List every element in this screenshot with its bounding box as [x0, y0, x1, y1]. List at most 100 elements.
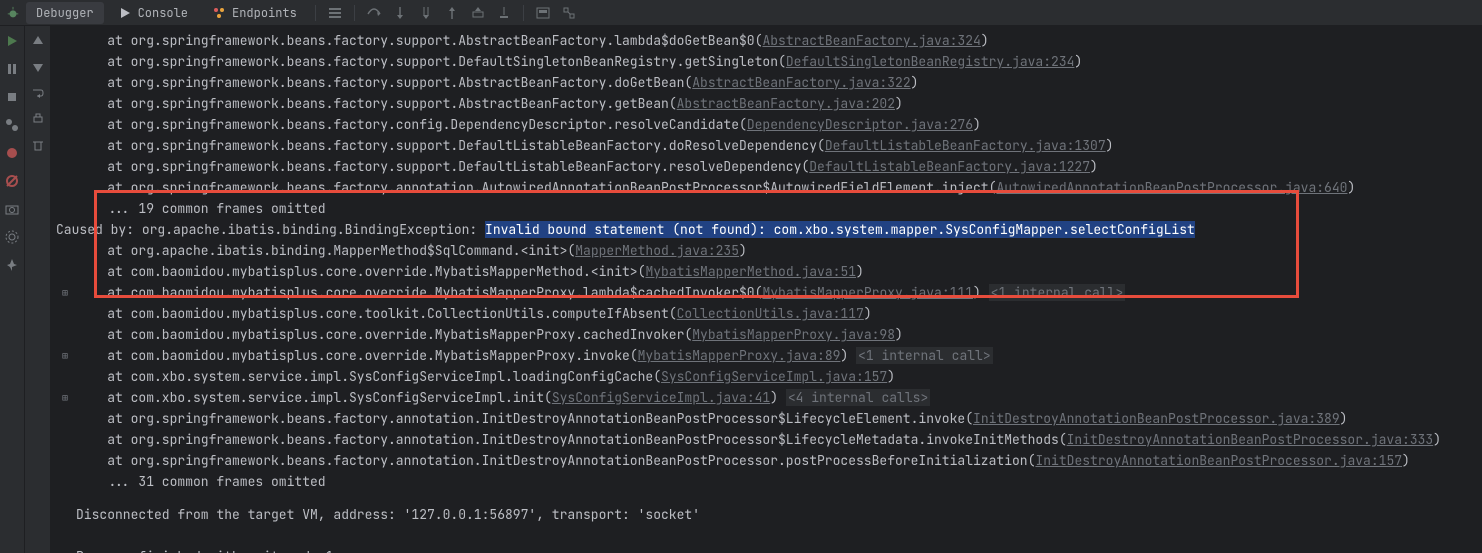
console-line: at com.baomidou.mybatisplus.core.overrid… [56, 261, 1476, 282]
up-arrow-icon[interactable] [29, 32, 47, 50]
stop-icon[interactable] [3, 88, 21, 106]
paren: ) [895, 95, 903, 112]
paren: ( [778, 53, 786, 70]
force-step-icon[interactable] [415, 2, 437, 24]
caused-by-label: Caused by: [56, 221, 142, 238]
source-link[interactable]: DefaultSingletonBeanRegistry.java:234 [786, 53, 1075, 70]
print-icon[interactable] [29, 110, 47, 128]
frame-class: org.springframework.beans.factory.annota… [131, 179, 989, 196]
down-arrow-icon[interactable] [29, 58, 47, 76]
frame-class: org.springframework.beans.factory.suppor… [131, 32, 755, 49]
console-line: at org.springframework.beans.factory.ann… [56, 429, 1476, 450]
console-line: at org.springframework.beans.factory.ann… [56, 450, 1476, 471]
source-link[interactable]: MapperMethod.java:235 [575, 242, 739, 259]
rerun-icon[interactable] [3, 32, 21, 50]
at-prefix: at [76, 242, 131, 259]
source-link[interactable]: DependencyDescriptor.java:276 [747, 116, 973, 133]
console-line: ⊞ at com.baomidou.mybatisplus.core.overr… [56, 345, 1476, 366]
trash-icon[interactable] [29, 136, 47, 154]
internal-calls-annotation[interactable]: <1 internal call> [856, 347, 993, 364]
tab-debugger[interactable]: Debugger [26, 2, 104, 24]
source-link[interactable]: DefaultListableBeanFactory.java:1227 [809, 158, 1090, 175]
at-prefix: at [76, 326, 131, 343]
at-prefix: at [76, 431, 131, 448]
paren: ) [895, 326, 903, 343]
at-prefix: at [76, 284, 131, 301]
at-prefix: at [76, 263, 131, 280]
paren: ) [1090, 158, 1098, 175]
bug-icon[interactable] [4, 4, 22, 22]
at-prefix: at [76, 179, 131, 196]
tab-endpoints[interactable]: Endpoints [202, 2, 307, 24]
gear-icon[interactable] [3, 228, 21, 246]
frame-class: com.baomidou.mybatisplus.core.override.M… [131, 326, 685, 343]
paren: ( [817, 137, 825, 154]
source-link[interactable]: AbstractBeanFactory.java:324 [762, 32, 980, 49]
at-prefix: at [76, 116, 131, 133]
trace-icon[interactable] [558, 2, 580, 24]
debug-toolbar: Debugger Console Endpoints [0, 0, 1482, 26]
at-prefix: at [76, 158, 131, 175]
source-link[interactable]: InitDestroyAnnotationBeanPostProcessor.j… [1067, 431, 1434, 448]
source-link[interactable]: AbstractBeanFactory.java:322 [692, 74, 910, 91]
source-link[interactable]: MybatisMapperMethod.java:51 [645, 263, 856, 280]
source-link[interactable]: AbstractBeanFactory.java:202 [677, 95, 895, 112]
exception-class: org.apache.ibatis.binding.BindingExcepti… [142, 221, 485, 238]
paren: ) [973, 116, 981, 133]
expand-frames-icon[interactable]: ⊞ [56, 387, 74, 408]
source-link[interactable]: SysConfigServiceImpl.java:41 [552, 389, 770, 406]
step-out-icon[interactable] [441, 2, 463, 24]
source-link[interactable]: MybatisMapperProxy.java:89 [638, 347, 841, 364]
paren: ) [739, 242, 747, 259]
source-link[interactable]: AutowiredAnnotationBeanPostProcessor.jav… [996, 179, 1347, 196]
source-link[interactable]: MybatisMapperProxy.java:98 [692, 326, 895, 343]
threads-icon[interactable] [324, 2, 346, 24]
at-prefix: at [76, 32, 131, 49]
camera-icon[interactable] [3, 200, 21, 218]
source-link[interactable]: InitDestroyAnnotationBeanPostProcessor.j… [1035, 452, 1402, 469]
frame-class: org.springframework.beans.factory.suppor… [131, 95, 669, 112]
plain-text [76, 527, 84, 544]
console-line: at com.xbo.system.service.impl.SysConfig… [56, 366, 1476, 387]
disabled-breakpoint-icon[interactable] [3, 172, 21, 190]
frame-class: org.springframework.beans.factory.annota… [131, 431, 1059, 448]
source-link[interactable]: CollectionUtils.java:117 [677, 305, 864, 322]
separator [315, 5, 316, 21]
console-line: at com.baomidou.mybatisplus.core.toolkit… [56, 303, 1476, 324]
run-to-cursor-icon[interactable] [493, 2, 515, 24]
paren: ) [770, 389, 786, 406]
drop-frame-icon[interactable] [467, 2, 489, 24]
step-over-icon[interactable] [363, 2, 385, 24]
console-output[interactable]: at org.springframework.beans.factory.sup… [50, 26, 1482, 553]
source-link[interactable]: SysConfigServiceImpl.java:157 [661, 368, 887, 385]
expand-frames-icon[interactable]: ⊞ [56, 345, 74, 366]
frame-class: com.baomidou.mybatisplus.core.override.M… [131, 263, 638, 280]
paren: ( [1059, 431, 1067, 448]
exception-message-selected[interactable]: Invalid bound statement (not found): com… [485, 221, 1195, 238]
mute-breakpoints-icon[interactable] [3, 144, 21, 162]
paren: ) [856, 263, 864, 280]
frame-class: org.springframework.beans.factory.annota… [131, 410, 966, 427]
source-link[interactable]: DefaultListableBeanFactory.java:1307 [825, 137, 1106, 154]
paren: ) [864, 305, 872, 322]
pin-icon[interactable] [3, 256, 21, 274]
wrap-icon[interactable] [29, 84, 47, 102]
console-line: Process finished with exit code 1 [56, 546, 1476, 553]
internal-calls-annotation[interactable]: <1 internal call> [989, 284, 1126, 301]
debug-actions-rail [0, 26, 25, 553]
expand-frames-icon[interactable]: ⊞ [56, 282, 74, 303]
paren: ) [1340, 410, 1348, 427]
separator [523, 5, 524, 21]
internal-calls-annotation[interactable]: <4 internal calls> [786, 389, 930, 406]
step-into-icon[interactable] [389, 2, 411, 24]
pause-icon[interactable] [3, 60, 21, 78]
source-link[interactable]: MybatisMapperProxy.java:111 [762, 284, 973, 301]
evaluate-icon[interactable] [532, 2, 554, 24]
console-line: at org.springframework.beans.factory.sup… [56, 135, 1476, 156]
view-breakpoints-icon[interactable] [3, 116, 21, 134]
at-prefix: at [76, 137, 131, 154]
paren: ) [973, 284, 989, 301]
plain-text: Process finished with exit code 1 [76, 548, 333, 553]
source-link[interactable]: InitDestroyAnnotationBeanPostProcessor.j… [973, 410, 1340, 427]
tab-console[interactable]: Console [108, 2, 198, 24]
